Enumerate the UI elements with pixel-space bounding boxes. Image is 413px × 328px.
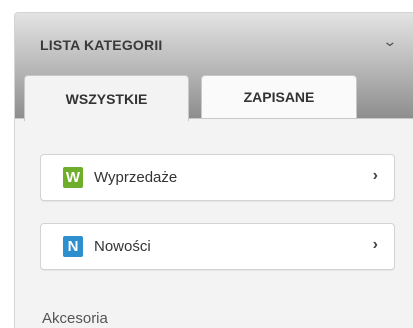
category-item-label: Wyprzedaże xyxy=(94,169,178,186)
category-list-body: W Wyprzedaże › N Nowości › Akcesoria xyxy=(15,118,413,328)
tab-saved[interactable]: ZAPISANE xyxy=(201,75,357,118)
chevron-right-icon: › xyxy=(372,167,378,184)
panel-title: LISTA KATEGORII xyxy=(40,37,163,53)
new-n-icon: N xyxy=(63,236,83,257)
category-item-sales[interactable]: W Wyprzedaże › xyxy=(40,154,395,201)
category-item-accessories[interactable]: Akcesoria xyxy=(42,310,108,327)
tab-all[interactable]: WSZYSTKIE xyxy=(24,75,189,121)
sales-w-icon: W xyxy=(63,167,83,188)
category-list-panel: LISTA KATEGORII ⌄ WSZYSTKIE ZAPISANE W W… xyxy=(14,12,413,328)
category-item-new[interactable]: N Nowości › xyxy=(40,223,395,270)
chevron-right-icon: › xyxy=(372,236,378,253)
chevron-down-icon[interactable]: ⌄ xyxy=(383,33,398,50)
category-item-label: Nowości xyxy=(94,238,151,255)
